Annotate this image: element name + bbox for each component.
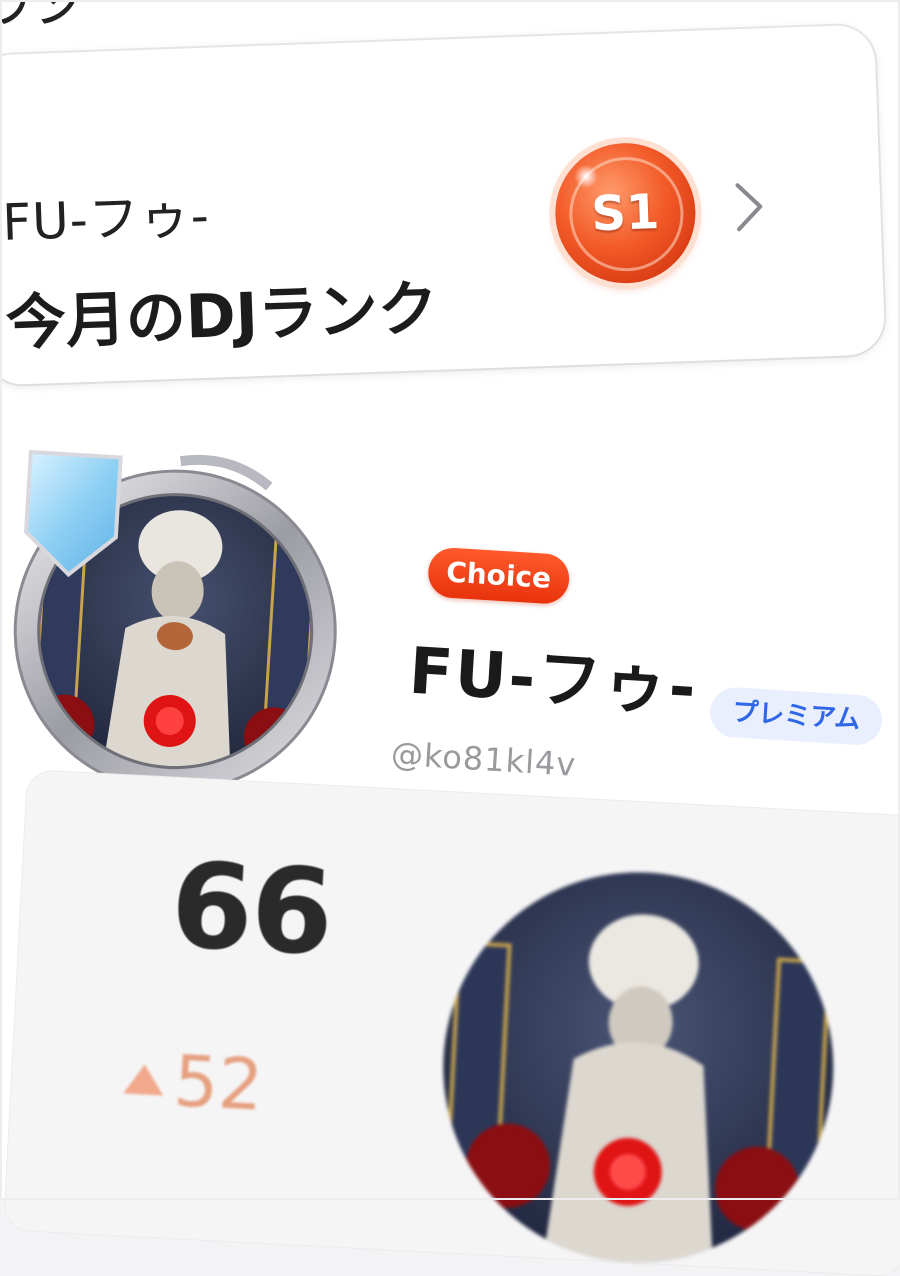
- up-arrow-icon: [123, 1063, 165, 1096]
- clipped-header-text: フン: [0, 0, 81, 30]
- dj-rank-card[interactable]: FU-フゥ- 今月のDJランク S1: [0, 24, 886, 386]
- score-card[interactable]: 66 52: [3, 770, 900, 1276]
- chevron-right-icon[interactable]: [727, 176, 769, 237]
- rank-card-username: FU-フゥ-: [1, 186, 211, 252]
- avatar-image: [433, 862, 844, 1273]
- user-handle: @ko81kl4v: [389, 734, 578, 784]
- rank-badge-label: S1: [590, 184, 661, 243]
- profile-section: Choice FU-フゥ- プレミアム @ko81kl4v: [0, 400, 898, 834]
- display-name: FU-フゥ-: [406, 634, 700, 727]
- rank-change: 52: [122, 1038, 265, 1127]
- avatar-ring-frame[interactable]: [0, 431, 361, 802]
- score-value: 66: [167, 835, 335, 982]
- page: フン FU-フゥ- 今月のDJランク S1 Choice FU-フゥ- プレミア…: [0, 0, 900, 1276]
- premium-badge: プレミアム: [708, 685, 884, 747]
- rank-badge: S1: [553, 140, 698, 286]
- rank-card-title: 今月のDJランク: [4, 273, 439, 359]
- rank-change-value: 52: [171, 1040, 266, 1127]
- choice-badge: Choice: [426, 546, 571, 606]
- clipped-header: フン: [0, 0, 900, 30]
- score-avatar[interactable]: [433, 862, 844, 1273]
